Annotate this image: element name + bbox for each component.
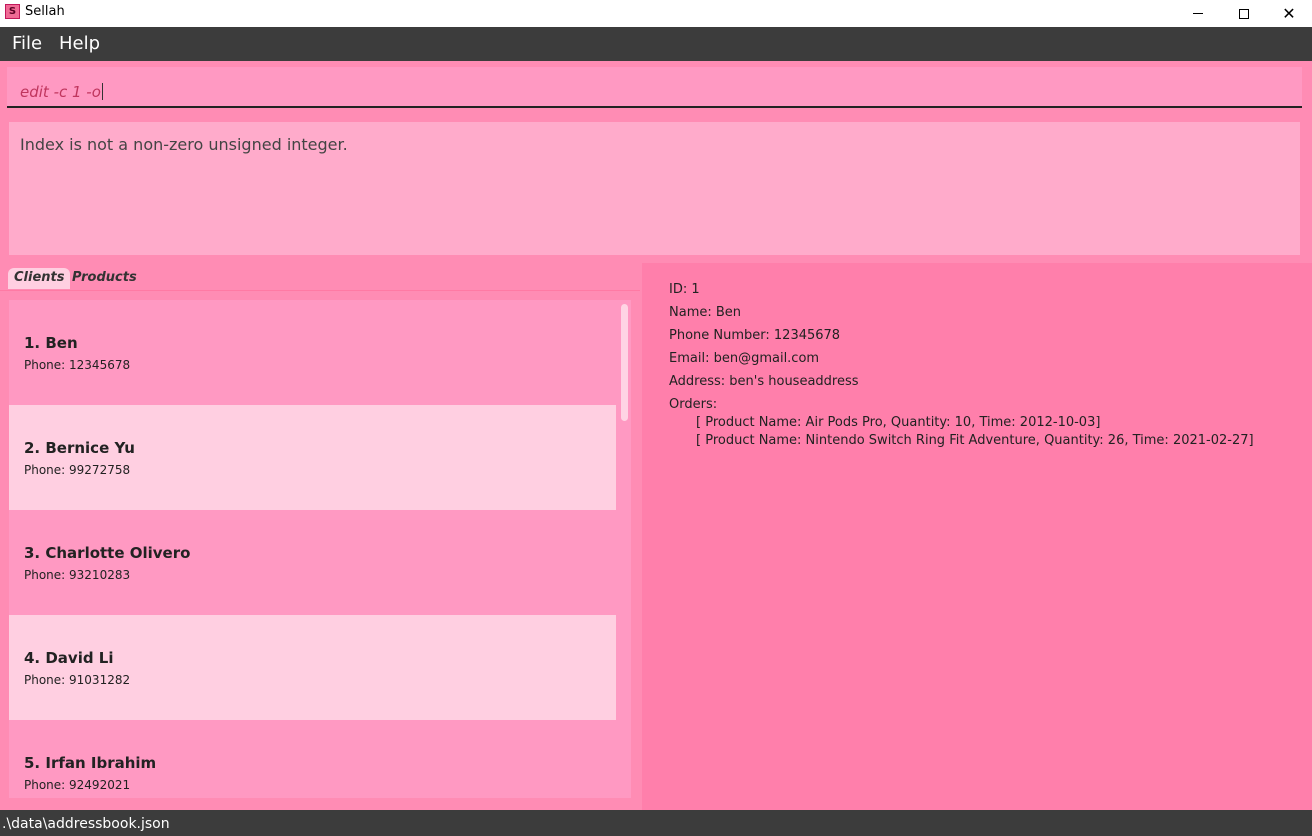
client-card[interactable]: 2. Bernice Yu Phone: 99272758 <box>9 405 616 510</box>
detail-name: Name: Ben <box>669 305 742 320</box>
client-card[interactable]: 4. David Li Phone: 91031282 <box>9 615 616 720</box>
menu-file[interactable]: File <box>12 33 42 54</box>
result-message: Index is not a non-zero unsigned integer… <box>20 135 348 154</box>
app-icon: S <box>5 4 20 19</box>
client-card[interactable]: 1. Ben Phone: 12345678 <box>9 300 616 405</box>
menu-help[interactable]: Help <box>59 33 100 54</box>
detail-id: ID: 1 <box>669 282 700 297</box>
maximize-button[interactable] <box>1221 0 1267 27</box>
command-text: edit -c 1 -o <box>20 83 103 101</box>
client-phone: Phone: 92492021 <box>24 778 131 792</box>
close-icon: ✕ <box>1282 4 1296 23</box>
client-phone: Phone: 93210283 <box>24 568 131 582</box>
detail-orders-label: Orders: <box>669 397 718 412</box>
client-card[interactable]: 5. Irfan Ibrahim Phone: 92492021 <box>9 720 616 798</box>
tab-bar: Clients Products <box>0 263 640 291</box>
left-pane: Clients Products 1. Ben Phone: 12345678 … <box>0 263 640 810</box>
client-phone: Phone: 99272758 <box>24 463 131 477</box>
text-caret <box>101 83 103 100</box>
client-detail-panel: ID: 1 Name: Ben Phone Number: 12345678 E… <box>642 263 1312 810</box>
client-phone: Phone: 91031282 <box>24 673 131 687</box>
detail-address: Address: ben's houseaddress <box>669 374 859 389</box>
detail-email: Email: ben@gmail.com <box>669 351 820 366</box>
menu-bar: File Help <box>0 27 1312 61</box>
close-button[interactable]: ✕ <box>1266 0 1312 27</box>
detail-order-item: [ Product Name: Nintendo Switch Ring Fit… <box>696 433 1254 448</box>
status-file-path: .\data\addressbook.json <box>2 816 170 832</box>
result-display: Index is not a non-zero unsigned integer… <box>0 116 1312 263</box>
client-name: 3. Charlotte Olivero <box>24 544 191 562</box>
client-name: 4. David Li <box>24 649 114 667</box>
minimize-icon <box>1193 13 1203 14</box>
minimize-button[interactable] <box>1175 0 1221 27</box>
maximize-icon <box>1239 8 1249 19</box>
scrollbar-thumb[interactable] <box>621 304 628 421</box>
window-title: Sellah <box>25 4 65 19</box>
detail-phone: Phone Number: 12345678 <box>669 328 841 343</box>
client-name: 2. Bernice Yu <box>24 439 135 457</box>
command-input[interactable]: edit -c 1 -o <box>7 67 1302 108</box>
command-box: edit -c 1 -o <box>0 61 1312 116</box>
title-bar: S Sellah ✕ <box>0 0 1312 27</box>
client-card[interactable]: 3. Charlotte Olivero Phone: 93210283 <box>9 510 616 615</box>
client-name: 5. Irfan Ibrahim <box>24 754 157 772</box>
result-box[interactable]: Index is not a non-zero unsigned integer… <box>9 122 1300 255</box>
client-phone: Phone: 12345678 <box>24 358 131 372</box>
status-bar: .\data\addressbook.json <box>0 810 1312 836</box>
tab-products[interactable]: Products <box>66 268 143 289</box>
command-value: edit -c 1 -o <box>20 83 101 101</box>
tab-clients[interactable]: Clients <box>8 268 71 289</box>
detail-order-item: [ Product Name: Air Pods Pro, Quantity: … <box>696 415 1101 430</box>
client-name: 1. Ben <box>24 334 78 352</box>
client-list: 1. Ben Phone: 12345678 2. Bernice Yu Pho… <box>9 300 631 798</box>
